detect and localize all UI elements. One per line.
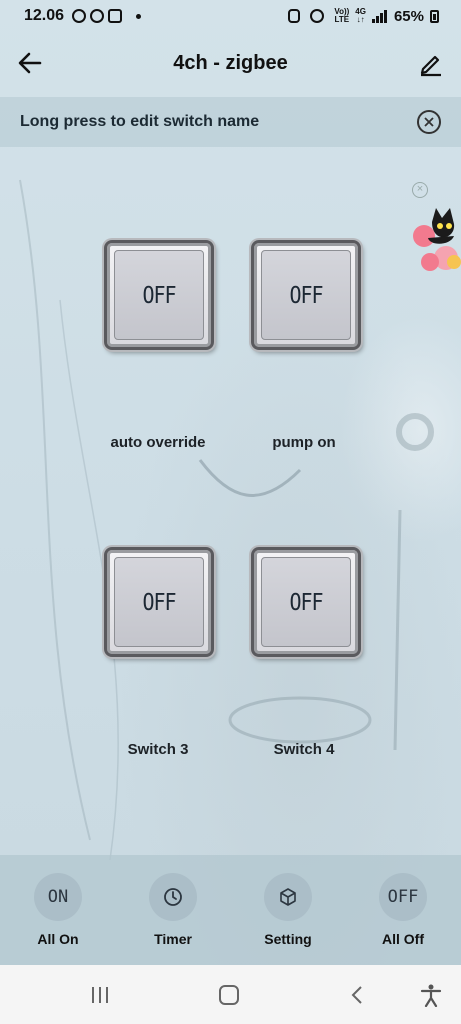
app-header: 4ch - zigbee xyxy=(0,32,461,94)
switch-4-state: OFF xyxy=(289,588,323,616)
network-gen-indicator: 4G ↓↑ xyxy=(355,7,366,24)
switch-1-state: OFF xyxy=(142,281,176,309)
system-nav-bar xyxy=(0,965,461,1024)
setting-label: Setting xyxy=(264,931,312,947)
switch-1-label[interactable]: auto override xyxy=(78,434,238,451)
setting-button[interactable]: Setting xyxy=(248,873,328,947)
switch-1-button[interactable]: OFF xyxy=(104,240,214,350)
switch-3-label[interactable]: Switch 3 xyxy=(78,741,238,758)
battery-percent: 65% xyxy=(393,7,424,25)
sticker-close-icon[interactable]: × xyxy=(412,182,428,198)
notification-app-icon xyxy=(72,9,87,23)
edit-button[interactable] xyxy=(417,49,445,77)
clock-icon-wrap xyxy=(149,873,197,921)
cat-sticker-icon xyxy=(413,208,461,271)
status-indicators: Vo)) LTE 4G ↓↑ 65% xyxy=(288,8,439,25)
switch-4-button[interactable]: OFF xyxy=(251,547,361,657)
switch-4-label[interactable]: Switch 4 xyxy=(224,741,384,758)
cube-icon xyxy=(280,888,296,906)
accessibility-button[interactable] xyxy=(418,983,444,1008)
sync-app-icon xyxy=(90,9,105,23)
arrow-left-icon xyxy=(18,52,42,74)
all-on-button[interactable]: ON All On xyxy=(18,873,98,947)
all-off-button[interactable]: OFF All Off xyxy=(363,873,443,947)
bottom-action-bar: ON All On Timer Setting OFF All Off xyxy=(0,855,461,965)
chevron-left-icon xyxy=(351,986,362,1004)
close-icon xyxy=(424,117,434,127)
accessibility-icon xyxy=(420,984,442,1008)
recent-apps-icon xyxy=(92,987,108,1003)
status-bar: 12.06 Vo)) LTE 4G ↓↑ 65% xyxy=(0,0,461,32)
timer-button[interactable]: Timer xyxy=(133,873,213,947)
power-off-icon: OFF xyxy=(379,873,427,921)
switch-3-state: OFF xyxy=(142,588,176,616)
banner-close-button[interactable] xyxy=(417,110,441,134)
all-off-label: All Off xyxy=(382,931,424,947)
hint-text: Long press to edit switch name xyxy=(20,113,260,130)
hotspot-icon xyxy=(310,9,325,23)
status-time: 12.06 xyxy=(24,7,65,24)
cube-icon-wrap xyxy=(264,873,312,921)
battery-icon xyxy=(430,9,439,23)
switch-3-button[interactable]: OFF xyxy=(104,547,214,657)
clock-icon xyxy=(164,888,182,906)
power-on-icon: ON xyxy=(34,873,82,921)
back-nav-button[interactable] xyxy=(345,983,371,1007)
hint-banner: Long press to edit switch name xyxy=(0,97,461,147)
switch-2-label[interactable]: pump on xyxy=(224,434,384,451)
switch-2-button[interactable]: OFF xyxy=(251,240,361,350)
page-title: 4ch - zigbee xyxy=(173,51,288,74)
home-icon xyxy=(219,985,239,1005)
volte-indicator: Vo)) LTE xyxy=(334,7,350,24)
pencil-icon xyxy=(420,55,441,77)
floating-sticker[interactable]: × xyxy=(410,182,461,282)
all-on-label: All On xyxy=(37,931,79,947)
home-button[interactable] xyxy=(216,983,242,1007)
timer-label: Timer xyxy=(154,931,192,947)
signal-icon xyxy=(371,10,387,23)
recent-apps-button[interactable] xyxy=(87,983,113,1007)
alarm-icon xyxy=(288,9,301,23)
switch-2-state: OFF xyxy=(289,281,323,309)
shopping-bag-icon xyxy=(108,9,123,23)
more-notifications-icon xyxy=(136,13,142,19)
back-button[interactable] xyxy=(16,49,44,77)
